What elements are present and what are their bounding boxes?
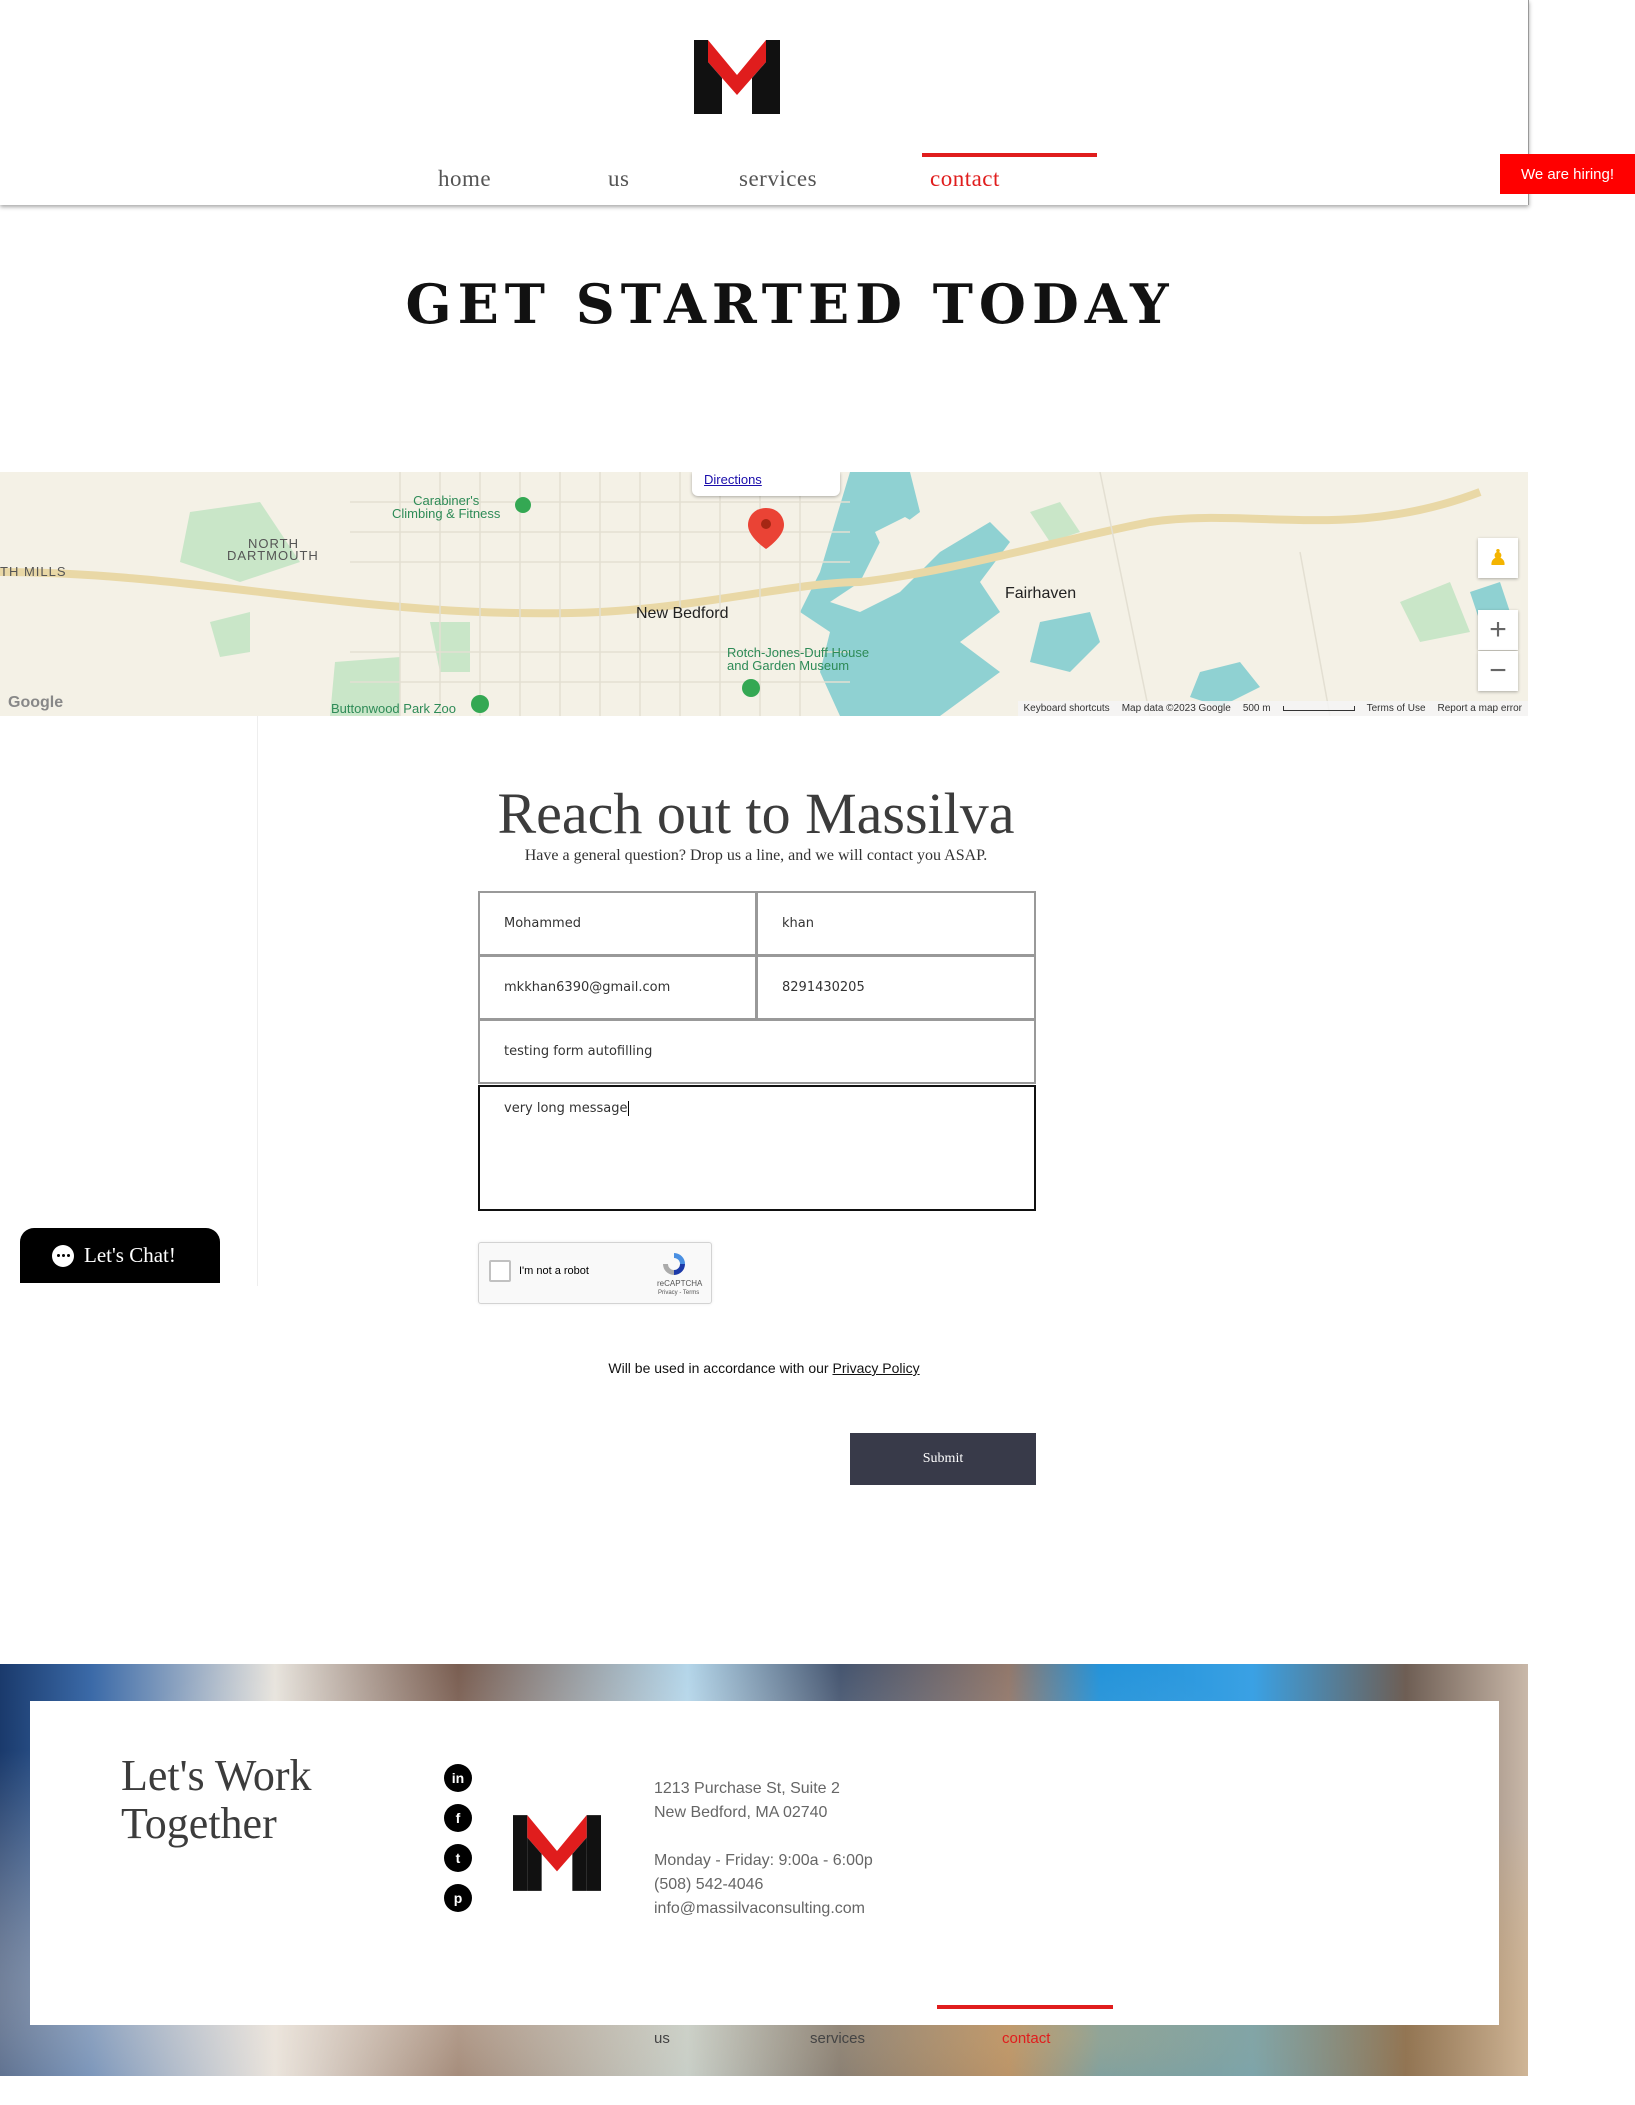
map-label-fairhaven: Fairhaven	[1005, 585, 1077, 602]
footer-email[interactable]: info@massilvaconsulting.com	[654, 1900, 865, 1918]
recaptcha-brand: reCAPTCHA	[657, 1279, 703, 1288]
recaptcha-widget: I'm not a robot reCAPTCHA Privacy - Term…	[478, 1242, 712, 1304]
privacy-policy-link[interactable]: Privacy Policy	[832, 1360, 919, 1376]
map-label-new-bedford: New Bedford	[636, 605, 729, 622]
scale-bar	[1282, 706, 1355, 711]
first-name-field[interactable]: Mohammed	[478, 891, 757, 956]
facebook-icon[interactable]: f	[444, 1804, 472, 1832]
footer-phone[interactable]: (508) 542-4046	[654, 1876, 763, 1894]
footer-nav-active-indicator	[937, 2005, 1113, 2009]
form-subtitle: Have a general question? Drop us a line,…	[524, 847, 988, 864]
recaptcha-icon	[663, 1253, 685, 1275]
chat-label: Let's Chat!	[84, 1243, 176, 1267]
keyboard-shortcuts-link[interactable]: Keyboard shortcuts	[1024, 703, 1110, 714]
email-value: mkkhan6390@gmail.com	[504, 980, 671, 995]
map-label-dartmouth: DARTMOUTH	[227, 548, 319, 563]
footer-nav-us[interactable]: us	[654, 2030, 670, 2047]
privacy-text: Will be used in accordance with our	[608, 1360, 833, 1376]
directions-link[interactable]: Directions	[704, 472, 762, 487]
map-label-zoo: Buttonwood Park Zoo	[331, 701, 457, 716]
subject-field[interactable]: testing form autofilling	[478, 1019, 1036, 1084]
recaptcha-label: I'm not a robot	[519, 1265, 589, 1277]
twitter-icon[interactable]: t	[444, 1844, 472, 1872]
form-title: Reach out to Massilva	[497, 781, 1015, 846]
map-info-window: Directions	[692, 472, 840, 496]
phone-field[interactable]: 8291430205	[756, 955, 1036, 1020]
map-footer: Keyboard shortcuts Map data ©2023 Google…	[1017, 701, 1528, 716]
nav-active-indicator	[922, 153, 1097, 157]
zoom-in-button[interactable]: +	[1478, 610, 1518, 650]
privacy-notice: Will be used in accordance with our Priv…	[0, 1360, 1528, 1376]
map-scale[interactable]: 500 m	[1243, 703, 1271, 714]
first-name-value: Mohammed	[504, 916, 581, 931]
message-textarea[interactable]: very long message	[478, 1085, 1036, 1211]
text-caret	[628, 1101, 630, 1116]
footer-nav-contact[interactable]: contact	[1002, 2030, 1050, 2047]
map-label-museum-2: and Garden Museum	[727, 658, 850, 673]
submit-button[interactable]: Submit	[850, 1433, 1036, 1485]
zoom-out-button[interactable]: −	[1478, 651, 1518, 691]
last-name-field[interactable]: khan	[756, 891, 1036, 956]
pegman-icon[interactable]: ♟	[1478, 538, 1518, 578]
nav-us[interactable]: us	[608, 166, 629, 192]
footer-title-line1: Let's Work	[121, 1751, 312, 1800]
map-label-mills: TH MILLS	[0, 564, 67, 579]
subject-value: testing form autofilling	[504, 1044, 653, 1059]
footer-title-line2: Together	[121, 1799, 277, 1848]
footer-address-line1: 1213 Purchase St, Suite 2	[654, 1780, 840, 1797]
chat-button[interactable]: Let's Chat!	[20, 1228, 220, 1283]
pinterest-icon[interactable]: p	[444, 1884, 472, 1912]
footer-massilva-logo[interactable]	[513, 1815, 601, 1891]
email-field[interactable]: mkkhan6390@gmail.com	[478, 955, 757, 1020]
linkedin-icon[interactable]: in	[444, 1764, 472, 1792]
message-value: very long message	[504, 1101, 628, 1116]
report-map-error-link[interactable]: Report a map error	[1438, 703, 1522, 714]
chat-bubble-icon	[52, 1244, 74, 1267]
footer-address-line2: New Bedford, MA 02740	[654, 1804, 828, 1821]
hiring-button[interactable]: We are hiring!	[1500, 154, 1635, 194]
google-map[interactable]: Directions Carabiner's Climbing & Fitnes…	[0, 472, 1528, 716]
nav-services[interactable]: services	[739, 166, 817, 192]
map-label-climbing: Carabiner's Climbing & Fitness	[392, 493, 501, 521]
page-headline: GET STARTED TODAY	[405, 272, 1175, 336]
nav-home[interactable]: home	[438, 166, 491, 192]
footer-nav-services[interactable]: services	[810, 2030, 865, 2047]
recaptcha-checkbox[interactable]	[489, 1260, 511, 1282]
map-graphic	[0, 472, 1510, 716]
recaptcha-terms[interactable]: Privacy - Terms	[658, 1290, 699, 1296]
terms-link[interactable]: Terms of Use	[1367, 703, 1426, 714]
google-logo: Google	[8, 694, 64, 711]
massilva-logo[interactable]	[694, 40, 780, 114]
last-name-value: khan	[782, 916, 814, 931]
nav-contact[interactable]: contact	[930, 166, 1000, 192]
footer-hours: Monday - Friday: 9:00a - 6:00p	[654, 1852, 873, 1869]
footer-title: Let's Work Together	[121, 1752, 312, 1848]
map-data-attribution: Map data ©2023 Google	[1121, 703, 1231, 714]
phone-value: 8291430205	[782, 980, 865, 995]
